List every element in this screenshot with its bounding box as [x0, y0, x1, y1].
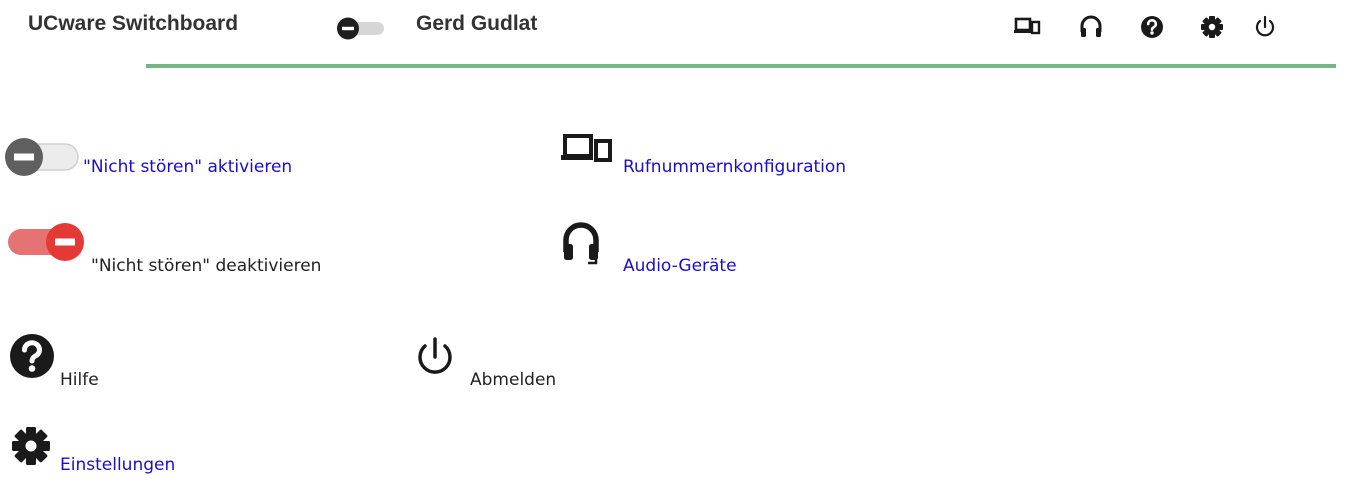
header-divider — [146, 64, 1336, 68]
power-icon — [418, 337, 452, 374]
dnd-activate-link[interactable]: "Nicht stören" aktivieren — [83, 157, 292, 177]
phone-config-icon-wrap — [560, 130, 616, 166]
devices-icon — [1014, 17, 1041, 35]
devices-icon — [561, 134, 612, 162]
dnd-on-state-icon — [8, 220, 86, 264]
help-icon — [1141, 16, 1163, 38]
logout-text: Abmelden — [470, 370, 557, 390]
dnd-off-state-icon — [4, 136, 82, 180]
settings-link[interactable]: Einstellungen — [60, 455, 175, 475]
help-icon-wrap — [6, 330, 56, 380]
audio-devices-link[interactable]: Audio-Geräte — [623, 256, 737, 276]
devices-button[interactable] — [1013, 14, 1041, 38]
headset-icon — [1080, 15, 1102, 37]
headset-icon — [563, 222, 599, 265]
logout-icon-wrap — [411, 334, 461, 384]
settings-icon — [1201, 16, 1223, 38]
dnd-toggle[interactable] — [336, 16, 388, 40]
app-title: UCware Switchboard — [28, 12, 239, 35]
settings-button[interactable] — [1199, 14, 1225, 40]
help-button[interactable] — [1139, 14, 1165, 40]
dnd-toggle-icon — [337, 17, 384, 40]
toggle-off-icon — [5, 138, 79, 176]
audio-icon-wrap — [560, 218, 610, 270]
help-icon — [10, 334, 54, 378]
dnd-deactivate-text: "Nicht stören" deaktivieren — [91, 256, 322, 276]
user-name: Gerd Gudlat — [416, 12, 538, 35]
help-text: Hilfe — [60, 370, 99, 390]
toggle-on-icon — [8, 223, 84, 261]
settings-icon — [12, 427, 50, 465]
logout-button[interactable] — [1252, 14, 1278, 40]
phone-config-link[interactable]: Rufnummernkonfiguration — [623, 157, 846, 177]
power-icon — [1255, 15, 1275, 37]
audio-button[interactable] — [1078, 14, 1104, 40]
settings-icon-wrap — [8, 424, 54, 470]
